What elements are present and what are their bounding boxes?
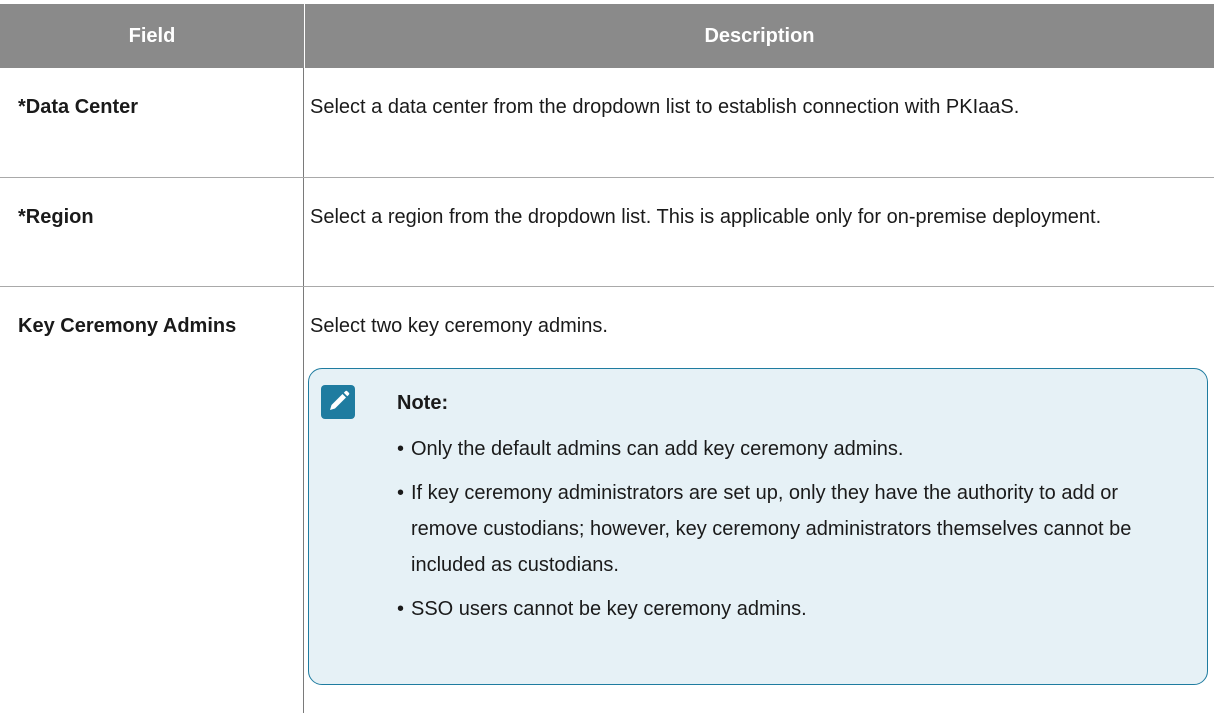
header-field: Field	[0, 4, 305, 68]
note-title: Note:	[397, 392, 449, 414]
note-item: Only the default admins can add key cere…	[397, 431, 1167, 467]
row-description-region: Select a region from the dropdown list. …	[304, 178, 1214, 286]
description-text: Select a data center from the dropdown l…	[310, 96, 1020, 118]
header-description: Description	[704, 24, 815, 47]
description-text: Select a region from the dropdown list. …	[310, 206, 1102, 228]
table-row: *Region Select a region from the dropdow…	[0, 178, 1214, 287]
description-text: Select two key ceremony admins.	[310, 315, 608, 337]
note-box: Note: Only the default admins can add ke…	[308, 368, 1208, 685]
note-list: Only the default admins can add key cere…	[397, 431, 1167, 635]
pencil-icon	[321, 385, 355, 419]
table-row: *Data Center Select a data center from t…	[0, 68, 1214, 178]
row-field-data-center: *Data Center	[0, 68, 304, 177]
table-header-row: Field Description	[0, 4, 1214, 68]
row-description-data-center: Select a data center from the dropdown l…	[304, 68, 1214, 177]
note-item: If key ceremony administrators are set u…	[397, 475, 1167, 583]
row-field-key-ceremony-admins: Key Ceremony Admins	[0, 287, 304, 713]
row-field-region: *Region	[0, 178, 304, 286]
field-description-table: Field Description *Data Center Select a …	[0, 0, 1214, 713]
note-item: SSO users cannot be key ceremony admins.	[397, 591, 1167, 627]
